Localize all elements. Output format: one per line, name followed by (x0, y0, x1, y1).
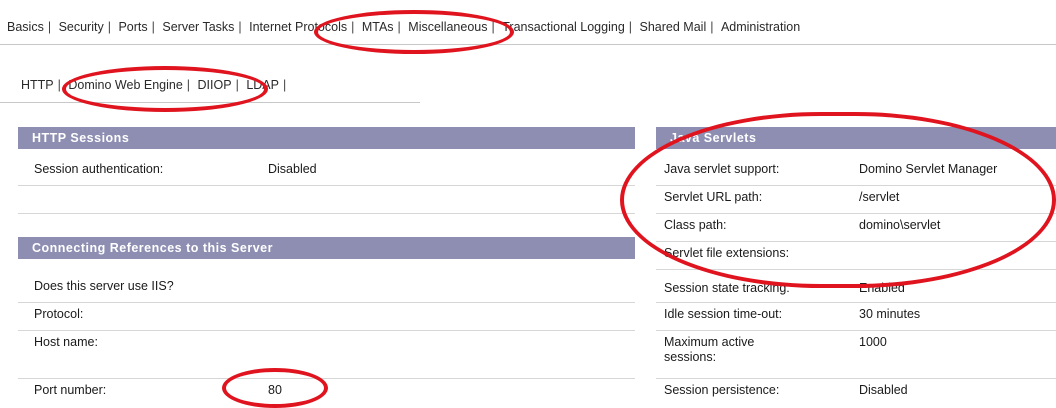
tab-shared-mail[interactable]: Shared Mail (637, 20, 710, 34)
row-port-number: Port number: 80 (18, 379, 635, 405)
value-servlet-url-path[interactable]: /servlet (859, 190, 899, 204)
row-session-persistence: Session persistence: Disabled (656, 379, 1056, 405)
value-session-state-tracking[interactable]: Enabled (859, 281, 905, 295)
subtab-diiop[interactable]: DIIOP (195, 78, 235, 92)
tab-basics[interactable]: Basics (4, 20, 47, 34)
row-session-state-tracking: Session state tracking: Enabled (656, 277, 1056, 303)
subtab-ldap[interactable]: LDAP (243, 78, 282, 92)
label-protocol: Protocol: (34, 307, 84, 321)
top-tab-bar: Basics | Security | Ports | Server Tasks | I… (0, 0, 1056, 45)
row-servlet-file-extensions: Servlet file extensions: (656, 242, 1056, 270)
sub-tab-underline (0, 102, 420, 103)
label-servlet-file-extensions: Servlet file extensions: (664, 246, 790, 260)
tab-security[interactable]: Security (56, 20, 107, 34)
tab-mtas[interactable]: MTAs (359, 20, 397, 34)
label-maximum-active-sessions: Maximum active sessions: (664, 335, 755, 364)
row-servlet-url-path: Servlet URL path: /servlet (656, 186, 1056, 214)
label-class-path: Class path: (664, 218, 727, 232)
row-uses-iis: Does this server use IIS? (18, 275, 635, 303)
value-session-authentication[interactable]: Disabled (268, 162, 317, 176)
value-class-path[interactable]: domino\servlet (859, 218, 940, 232)
label-session-persistence: Session persistence: (664, 383, 780, 397)
label-host-name: Host name: (34, 335, 98, 349)
row-java-servlet-support: Java servlet support: Domino Servlet Man… (656, 158, 1056, 186)
label-uses-iis: Does this server use IIS? (34, 279, 174, 293)
value-port-number[interactable]: 80 (268, 383, 282, 397)
value-java-servlet-support[interactable]: Domino Servlet Manager (859, 162, 997, 176)
connecting-references-header: Connecting References to this Server (18, 237, 635, 259)
tab-transactional-logging[interactable]: Transactional Logging (499, 20, 628, 34)
tab-server-tasks[interactable]: Server Tasks (159, 20, 237, 34)
http-sessions-header: HTTP Sessions (18, 127, 635, 149)
label-session-state-tracking: Session state tracking: (664, 281, 790, 295)
row-empty (18, 186, 635, 214)
java-servlets-header: Java Servlets (656, 127, 1056, 149)
tab-administration[interactable]: Administration (718, 20, 803, 34)
row-session-authentication: Session authentication: Disabled (18, 158, 635, 186)
row-maximum-active-sessions: Maximum active sessions: 1000 (656, 331, 1056, 379)
value-idle-session-timeout[interactable]: 30 minutes (859, 307, 920, 321)
tab-ports[interactable]: Ports (115, 20, 150, 34)
subtab-domino-web-engine[interactable]: Domino Web Engine (65, 78, 185, 92)
row-idle-session-timeout: Idle session time-out: 30 minutes (656, 303, 1056, 331)
row-host-name: Host name: (18, 331, 635, 379)
value-session-persistence[interactable]: Disabled (859, 383, 908, 397)
row-class-path: Class path: domino\servlet (656, 214, 1056, 242)
value-maximum-active-sessions[interactable]: 1000 (859, 335, 887, 349)
subtab-http[interactable]: HTTP (18, 78, 57, 92)
label-session-authentication: Session authentication: (34, 162, 164, 176)
label-java-servlet-support: Java servlet support: (664, 162, 780, 176)
tab-miscellaneous[interactable]: Miscellaneous (405, 20, 490, 34)
label-port-number: Port number: (34, 383, 107, 397)
tab-internet-protocols[interactable]: Internet Protocols (246, 20, 350, 34)
row-protocol: Protocol: (18, 303, 635, 331)
sub-tab-bar: HTTP | Domino Web Engine | DIIOP | LDAP | (0, 78, 420, 103)
label-servlet-url-path: Servlet URL path: (664, 190, 763, 204)
label-idle-session-timeout: Idle session time-out: (664, 307, 783, 321)
